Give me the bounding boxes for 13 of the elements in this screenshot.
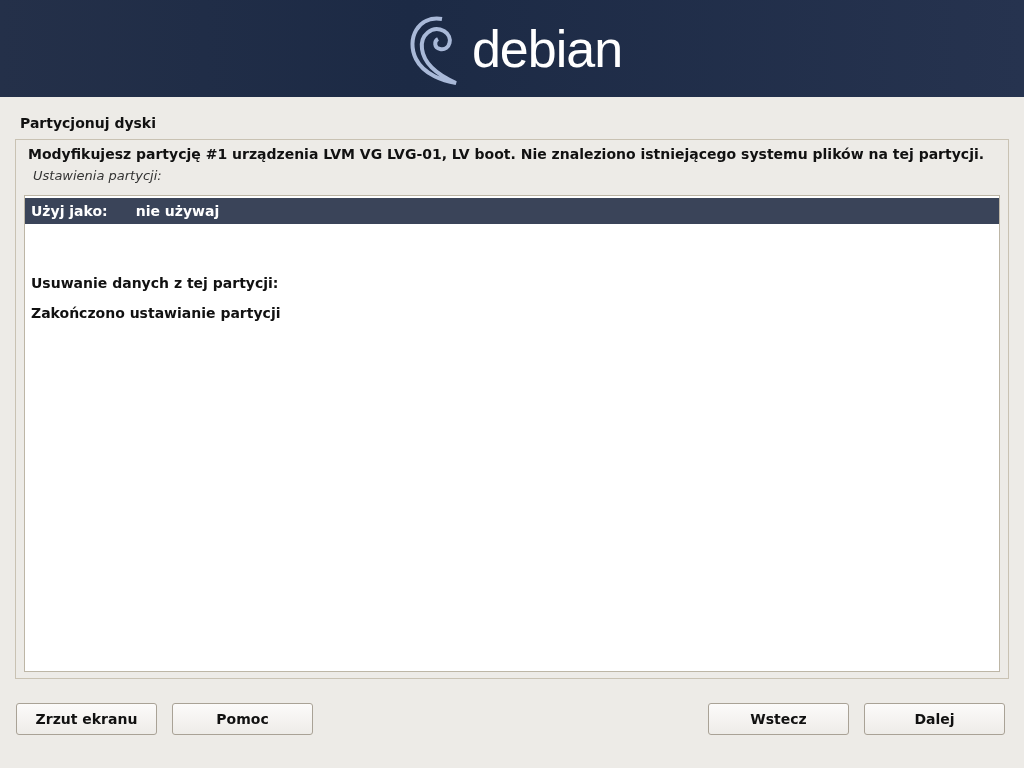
message-text: Modyfikujesz partycję #1 urządzenia LVM VG LVG-01, LV boot. Nie znaleziono istniejącego systemu plików na tej partycji. (27, 146, 986, 163)
setting-label: Użyj jako: (31, 203, 108, 219)
list-label: Ustawienia partycji: (32, 167, 163, 185)
list-item[interactable]: Usuwanie danych z tej partycji: (25, 270, 999, 296)
debian-logo: debian (471, 18, 623, 79)
list-item[interactable]: Zakończono ustawianie partycji (25, 300, 999, 326)
action-button[interactable]: Zrzut ekranu (16, 703, 157, 735)
list-item[interactable]: Użyj jako: nie używaj (25, 198, 999, 224)
setting-value: nie używaj (135, 203, 220, 219)
page-title: Partycjonuj dyski (19, 114, 157, 133)
nav-button[interactable]: Wstecz (708, 703, 849, 735)
nav-button[interactable]: Dalej (864, 703, 1005, 735)
action-button[interactable]: Pomoc (172, 703, 313, 735)
